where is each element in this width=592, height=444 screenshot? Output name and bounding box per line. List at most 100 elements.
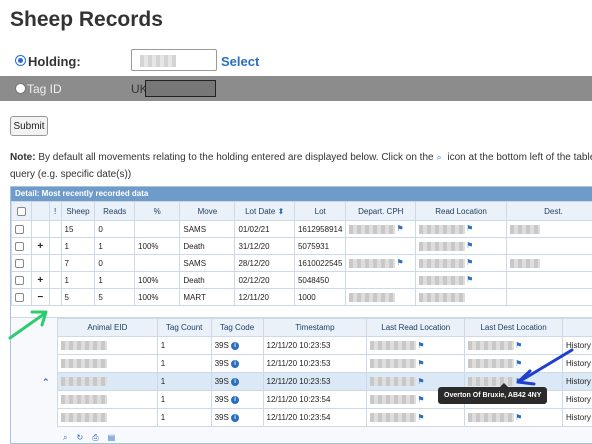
note-line1: By default all movements relating to the… [35, 152, 434, 163]
row-checkbox[interactable] [15, 275, 24, 285]
refresh-icon[interactable]: ↻ [76, 433, 83, 442]
col-timestamp[interactable]: Timestamp [262, 318, 368, 337]
col-history [561, 318, 592, 337]
col-tag-count[interactable]: Tag Count [156, 318, 212, 337]
row-expander[interactable]: + [30, 237, 50, 255]
history-link[interactable]: History [561, 336, 592, 355]
redacted-cph [349, 224, 396, 234]
note-text: Note: By default all movements relating … [10, 149, 592, 183]
tag-id-label: Tag ID [27, 82, 62, 96]
subgrid-row[interactable]: 1 39S i 12/11/20 10:23:54 ⚑ ⚑ History [57, 408, 592, 427]
table-row[interactable]: 7 0 SAMS 28/12/20 1610022545 ⚑ ⚑ [11, 254, 592, 272]
col-tag-code[interactable]: Tag Code [210, 318, 264, 337]
flag-icon[interactable]: ⚑ [515, 377, 522, 386]
history-link[interactable]: History [561, 372, 592, 391]
history-link[interactable]: History [561, 390, 592, 409]
pct-cell: 100% [134, 237, 181, 255]
table-row[interactable]: + 1 1 100% Death 02/12/20 5048450 ⚑ [11, 271, 592, 289]
row-checkbox[interactable] [15, 292, 24, 302]
flag-icon[interactable]: ⚑ [417, 395, 424, 404]
row-expander[interactable] [30, 254, 50, 272]
row-checkbox[interactable] [15, 241, 24, 251]
print-icon[interactable]: ⎙ [92, 433, 98, 443]
col-move[interactable]: Move [179, 201, 236, 221]
flag-icon[interactable]: ⚑ [417, 359, 424, 368]
col-reads[interactable]: Reads [94, 201, 136, 221]
table-header: ! Sheep Reads % Move Lot Date ⬍ Lot Depa… [11, 201, 592, 221]
move-cell: SAMS [179, 254, 236, 272]
redacted-location [468, 413, 515, 423]
tag-id-radio[interactable] [15, 83, 26, 94]
row-checkbox[interactable] [15, 258, 24, 268]
history-link[interactable]: History [561, 408, 592, 427]
reads-cell: 0 [94, 254, 136, 272]
col-read-location[interactable]: Read Location [415, 201, 507, 221]
select-all-checkbox[interactable] [16, 206, 26, 216]
subgrid-row[interactable]: 1 39S i 12/11/20 10:23:53 ⚑ ⚑ History [57, 354, 592, 373]
col-animal-eid[interactable]: Animal EID [57, 318, 158, 337]
subgrid-row[interactable]: 1 39S i 12/11/20 10:23:53 ⚑ ⚑ History [57, 336, 592, 355]
info-icon[interactable]: i [231, 341, 240, 350]
records-grid: Detail: Most recently recorded data ! Sh… [10, 186, 592, 444]
flag-icon[interactable]: ⚑ [417, 341, 424, 350]
subgrid-header: Animal EID Tag Count Tag Code Timestamp … [57, 318, 592, 337]
flag-icon[interactable]: ⚑ [466, 224, 473, 233]
redacted-location [370, 413, 417, 423]
table-row[interactable]: − 5 5 100% MART 12/11/20 1000 [11, 288, 592, 306]
tag-code-cell: 39S [214, 359, 229, 368]
flag-icon[interactable]: ⚑ [417, 377, 424, 386]
flag-icon[interactable]: ⚑ [515, 359, 522, 368]
flag-icon[interactable]: ⚑ [396, 224, 403, 233]
redacted-location [370, 395, 417, 405]
select-link[interactable]: Select [221, 54, 259, 69]
col-select[interactable] [11, 201, 32, 221]
lot-cell: 1610022545 [293, 254, 347, 272]
sheep-cell: 7 [60, 254, 96, 272]
info-icon[interactable]: i [231, 377, 240, 386]
flag-icon[interactable]: ⚑ [417, 413, 424, 422]
col-sheep[interactable]: Sheep [60, 201, 96, 221]
flag-icon[interactable]: ⚑ [466, 275, 473, 284]
info-icon[interactable]: i [231, 395, 240, 404]
holding-radio[interactable] [15, 55, 26, 66]
flag-icon[interactable]: ⚑ [466, 258, 473, 267]
records-table: ! Sheep Reads % Move Lot Date ⬍ Lot Depa… [11, 201, 592, 306]
table-row[interactable]: 15 0 SAMS 01/02/21 1612958914 ⚑ ⚑ [11, 220, 592, 238]
flag-icon[interactable]: ⚑ [466, 241, 473, 250]
tag-id-row: Tag ID UK [0, 76, 592, 101]
col-last-dest-location[interactable]: Last Dest Location [464, 318, 563, 337]
table-row[interactable]: + 1 1 100% Death 31/12/20 5075931 ⚑ [11, 237, 592, 255]
magnify-icon[interactable]: ⌕ [63, 433, 67, 443]
col-depart-cph[interactable]: Depart. CPH [345, 201, 417, 221]
redacted-location [419, 224, 466, 234]
info-icon[interactable]: i [231, 359, 240, 368]
flag-icon[interactable]: ⚑ [396, 258, 403, 267]
export-icon[interactable]: ▤ [108, 433, 116, 442]
holding-row: Holding: Select [0, 46, 592, 74]
flag-icon[interactable]: ⚑ [515, 413, 522, 422]
col-pct[interactable]: % [134, 201, 181, 221]
row-expander[interactable]: + [30, 271, 50, 289]
timestamp-cell: 12/11/20 10:23:53 [262, 354, 368, 373]
row-checkbox[interactable] [15, 224, 24, 234]
pct-cell: 100% [134, 271, 181, 289]
col-lot-date[interactable]: Lot Date ⬍ [234, 201, 295, 221]
note-line2: query (e.g. specific date(s)) [10, 169, 132, 180]
pct-cell: 100% [134, 288, 181, 306]
row-expander[interactable] [30, 220, 50, 238]
col-alert[interactable]: ! [48, 201, 62, 221]
caret-up-icon[interactable]: ⌃ [42, 377, 50, 388]
reads-cell: 5 [94, 288, 136, 306]
submit-button[interactable]: Submit [10, 116, 48, 136]
flag-icon[interactable]: ⚑ [515, 341, 522, 350]
col-last-read-location[interactable]: Last Read Location [366, 318, 466, 337]
col-dest[interactable]: Dest. [506, 201, 592, 221]
holding-input[interactable] [131, 49, 217, 71]
subgrid-table: Animal EID Tag Count Tag Code Timestamp … [57, 318, 592, 427]
tag-id-input[interactable] [145, 80, 216, 97]
redacted-location [468, 341, 515, 351]
row-collapser[interactable]: − [30, 288, 50, 306]
col-lot[interactable]: Lot [293, 201, 347, 221]
info-icon[interactable]: i [231, 413, 240, 422]
history-link[interactable]: History [561, 354, 592, 373]
